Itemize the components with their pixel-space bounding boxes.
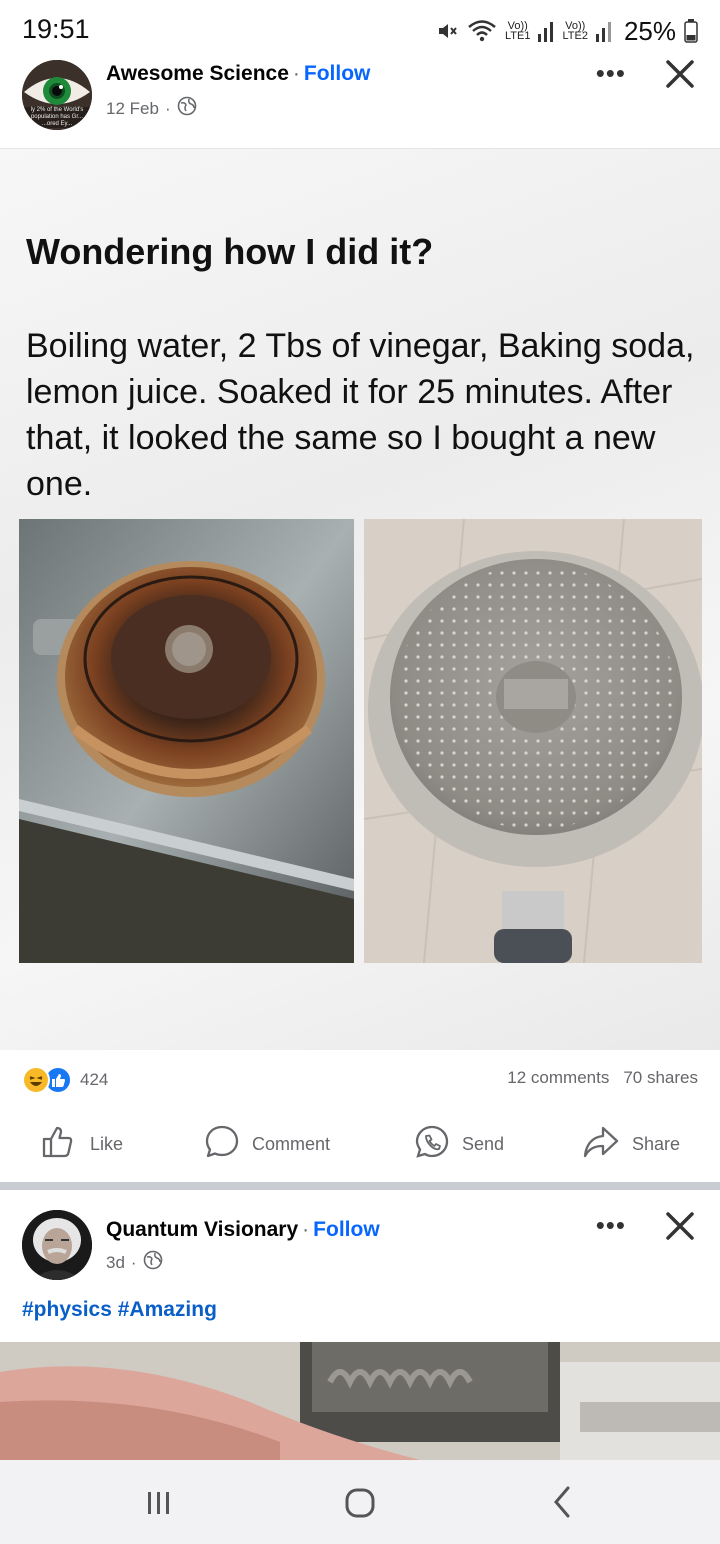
recents-icon [148,1492,169,1514]
send-label: Send [462,1133,505,1154]
send-icon [414,1124,450,1165]
system-nav-bar [0,1460,720,1544]
status-indicators: Vo)) LTE1 Vo)) LTE2 25% [435,14,698,48]
like-label: Like [90,1133,124,1154]
wifi-icon [467,18,497,44]
separator-dot: · [302,1218,310,1241]
post-stats: 12 comments 70 shares [507,1068,698,1088]
reactions-summary[interactable]: 424 [22,1066,108,1094]
follow-button[interactable]: Follow [313,1218,380,1241]
separator-dot: · [292,62,300,85]
post-date[interactable]: 12 Feb [106,99,159,119]
sim2-indicator: Vo)) LTE2 [562,21,588,42]
globe-icon [143,1250,163,1275]
sim1-network-label: LTE1 [504,30,531,42]
comments-count-link[interactable]: 12 comments [507,1068,609,1088]
home-button[interactable] [330,1480,390,1524]
clean-pan-photo [363,518,704,964]
sim1-indicator: Vo)) LTE1 [504,21,531,42]
back-button[interactable] [532,1480,592,1524]
battery-percent: 25% [623,15,676,46]
haha-reaction-icon [22,1066,50,1094]
more-options-button[interactable]: ••• [596,1210,626,1241]
author-name[interactable]: Awesome Science [106,62,289,85]
globe-icon [177,96,197,121]
comment-icon [204,1124,240,1165]
battery-icon [684,19,698,43]
share-button[interactable]: Share [582,1106,680,1182]
follow-button[interactable]: Follow [304,62,371,85]
status-bar: 19:51 Vo)) LTE1 Vo)) LTE2 25% [0,0,720,56]
post-actions: Like Comment Send Share [0,1106,720,1182]
send-button[interactable]: Send [414,1106,504,1182]
share-icon [582,1124,620,1165]
avatar-caption: ly 2% of the World's population has Gr..… [22,107,92,128]
home-icon [345,1488,375,1518]
image-body-text: Boiling water, 2 Tbs of vinegar, Baking … [26,327,695,503]
second-post: Quantum Visionary · Follow 3d · ••• #physi… [0,1190,720,1460]
date-separator: · [164,98,171,118]
reaction-count: 424 [80,1070,109,1089]
comment-label: Comment [252,1133,331,1154]
date-separator: · [130,1252,137,1272]
comment-button[interactable]: Comment [204,1106,330,1182]
post-header: ly 2% of the World's population has Gr..… [0,56,720,148]
close-icon[interactable] [660,1206,700,1246]
image-headline: Wondering how I did it? [26,231,434,272]
avatar[interactable] [22,1210,92,1280]
post-meta: 12 Feb · [106,96,197,121]
signal-icon [538,20,554,42]
share-label: Share [632,1133,681,1154]
post-hashtags[interactable]: #physics #Amazing [22,1298,217,1322]
portrait-avatar-image [22,1210,92,1280]
author-name[interactable]: Quantum Visionary [106,1218,298,1241]
like-icon [40,1123,78,1166]
recents-button[interactable] [128,1480,188,1524]
post-image[interactable]: Wondering how I did it? Boiling water, 2… [0,148,720,1050]
sim2-network-label: LTE2 [562,30,588,42]
more-options-button[interactable]: ••• [596,58,626,89]
author-line: Quantum Visionary · Follow [106,1218,380,1242]
mute-icon [435,19,459,43]
dirty-pan-photo [19,519,354,963]
status-time: 19:51 [22,14,90,44]
signal-icon [595,20,612,42]
like-button[interactable]: Like [40,1106,123,1182]
shares-count-link[interactable]: 70 shares [623,1068,698,1088]
post-date[interactable]: 3d [106,1253,125,1273]
avatar[interactable]: ly 2% of the World's population has Gr..… [22,60,92,130]
close-icon[interactable] [660,54,700,94]
author-line: Awesome Science · Follow [106,62,370,86]
post-divider [0,1182,720,1190]
back-icon [554,1486,570,1518]
video-preview[interactable] [0,1342,720,1460]
engagement-bar: 424 12 comments 70 shares [0,1050,720,1106]
post-meta: 3d · [106,1250,163,1275]
